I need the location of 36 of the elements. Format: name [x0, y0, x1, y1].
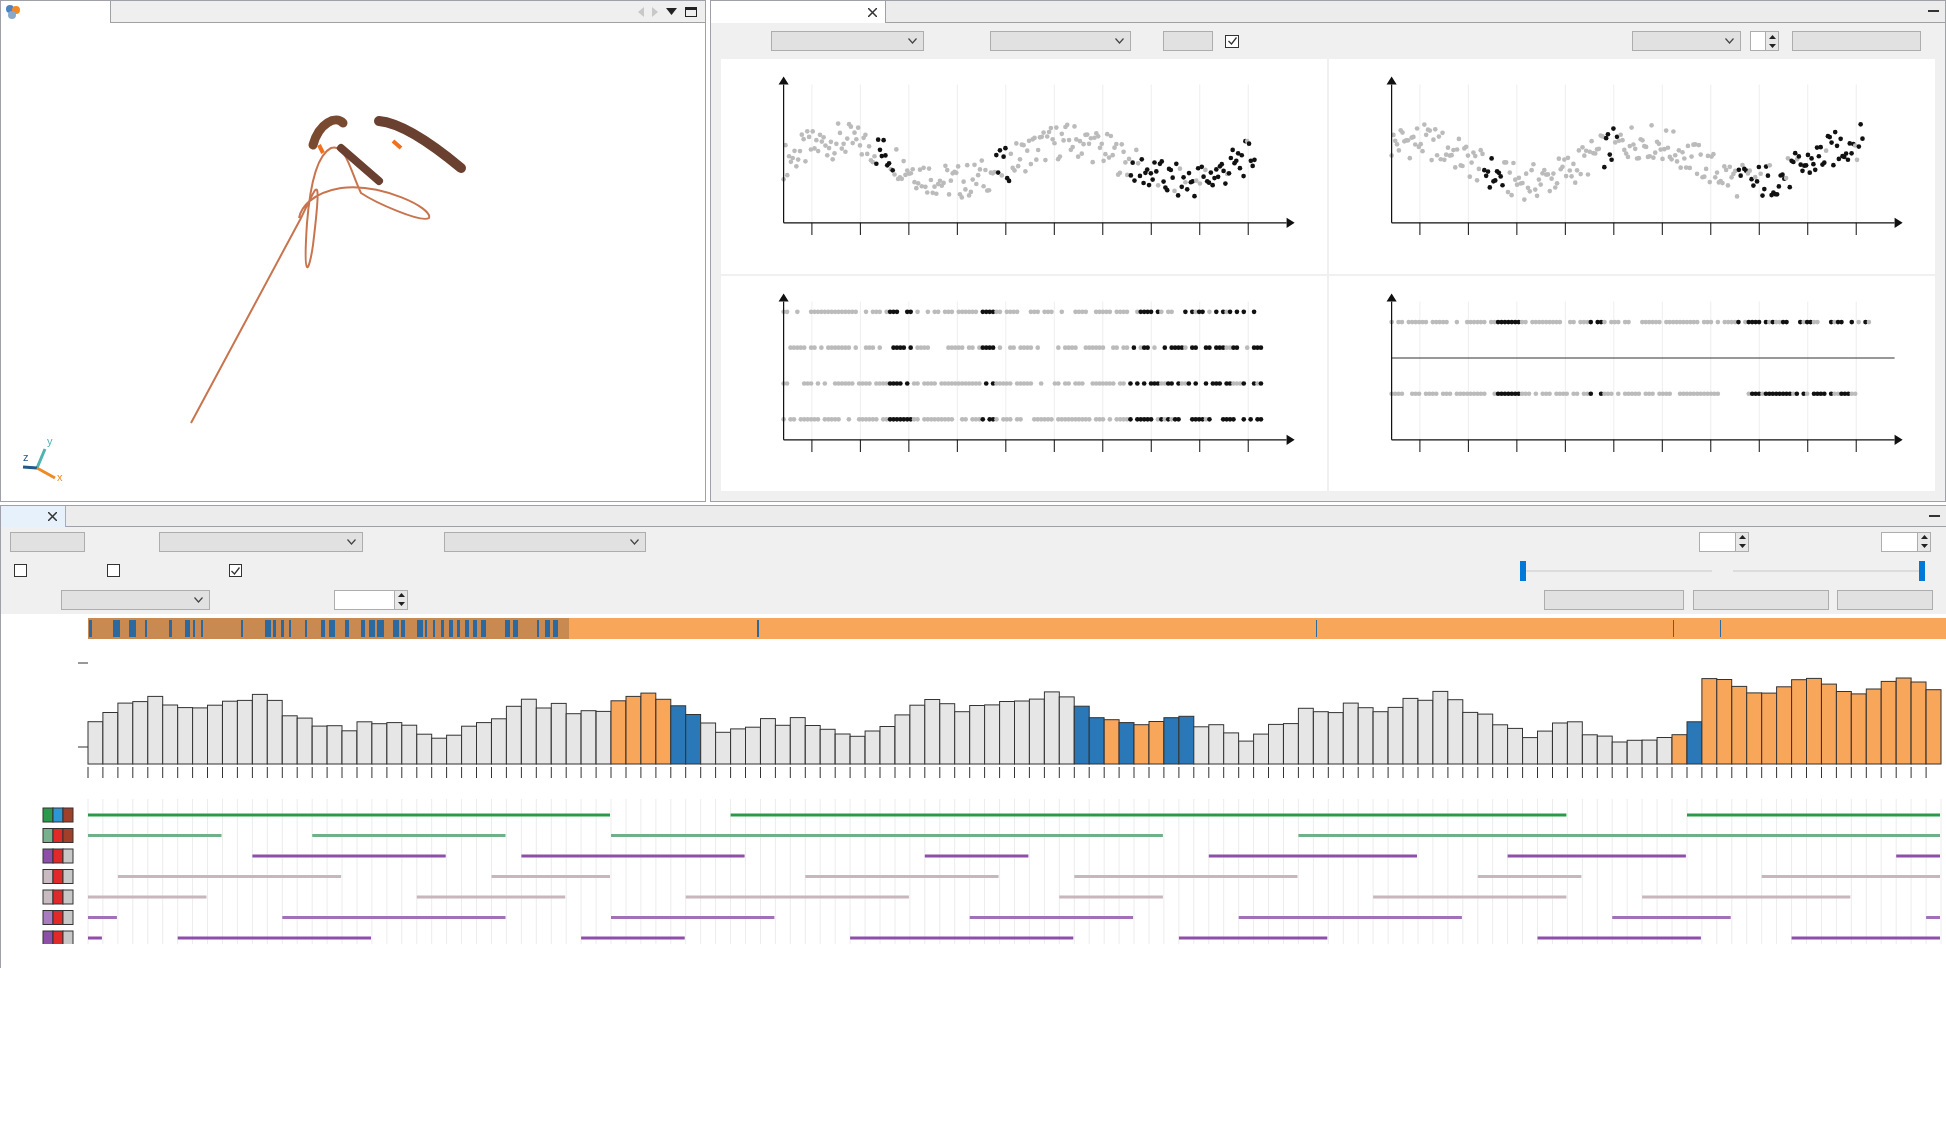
- arrow-up-icon[interactable]: [1738, 535, 1746, 539]
- spin-box[interactable]: [1881, 531, 1931, 552]
- checkmark-icon: [231, 566, 240, 575]
- checkbox[interactable]: [1225, 34, 1239, 48]
- chevron-down-icon: [1115, 38, 1124, 44]
- arrow-down-icon[interactable]: [1738, 544, 1746, 548]
- axis-label: z: [23, 451, 29, 463]
- maximize-icon[interactable]: [685, 6, 697, 17]
- arrow-down-icon[interactable]: [1920, 544, 1928, 548]
- slider-thumb[interactable]: [1520, 560, 1526, 581]
- chevron-down-icon: [908, 38, 917, 44]
- spin-box[interactable]: [1699, 531, 1749, 552]
- chevron-down-icon: [194, 596, 203, 603]
- slider[interactable]: [1730, 560, 1925, 581]
- arrow-up-icon[interactable]: [1920, 535, 1928, 539]
- arrow-down-icon[interactable]: [397, 602, 405, 606]
- arrow-up-icon[interactable]: [1768, 34, 1776, 39]
- checkbox[interactable]: [229, 564, 242, 577]
- checkmark-icon: [1227, 37, 1237, 45]
- checkbox[interactable]: [107, 564, 120, 577]
- dropdown-triangle-icon[interactable]: [666, 8, 677, 15]
- slider-thumb[interactable]: [1919, 560, 1925, 581]
- checkbox[interactable]: [14, 564, 27, 577]
- spin-box[interactable]: [1750, 31, 1779, 51]
- view-tab[interactable]: [1, 1, 111, 23]
- arrow-down-icon[interactable]: [1768, 43, 1776, 48]
- close-icon[interactable]: [868, 7, 877, 17]
- chevron-down-icon: [1725, 38, 1734, 44]
- axis-label: y: [47, 435, 53, 447]
- close-icon[interactable]: [48, 512, 57, 521]
- arrow-up-icon[interactable]: [397, 593, 405, 597]
- slider[interactable]: [1520, 560, 1715, 581]
- molecule-icon: [5, 4, 21, 20]
- chevron-down-icon: [347, 538, 356, 545]
- chevron-down-icon: [630, 538, 639, 545]
- axis-label: x: [57, 471, 63, 483]
